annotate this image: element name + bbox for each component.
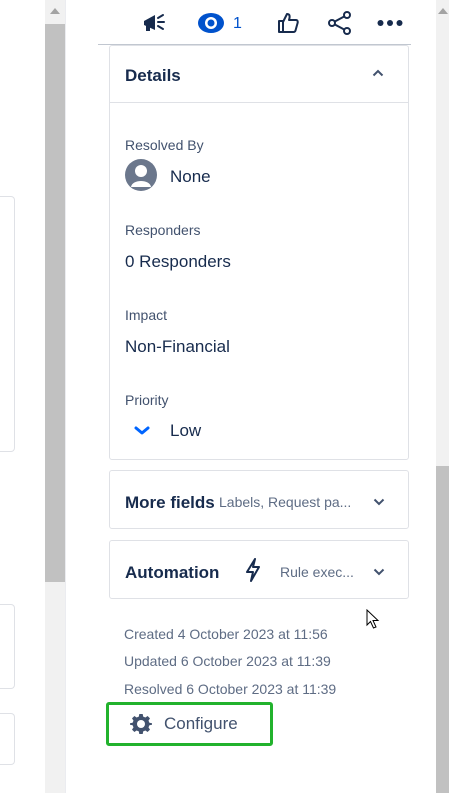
- impact-value[interactable]: Non-Financial: [125, 337, 230, 357]
- lightning-bolt-icon: [246, 558, 260, 582]
- resolved-by-value: None: [170, 167, 211, 186]
- panel-divider: [65, 0, 66, 793]
- details-header[interactable]: Details: [109, 45, 409, 103]
- eye-icon: [198, 13, 224, 33]
- resolved-by-field[interactable]: None: [125, 158, 325, 192]
- chevron-down-icon[interactable]: [373, 498, 385, 506]
- automation-panel[interactable]: Automation Rule exec...: [109, 540, 409, 599]
- resolved-timestamp: Resolved 6 October 2023 at 11:39: [124, 681, 337, 697]
- configure-button[interactable]: Configure: [106, 702, 273, 746]
- more-fields-panel[interactable]: More fields Labels, Request pa...: [109, 470, 409, 529]
- megaphone-icon: [144, 14, 165, 31]
- priority-low-icon: [134, 426, 150, 435]
- sidebar-scrollbar-thumb[interactable]: [436, 466, 449, 793]
- details-title: Details: [125, 66, 181, 85]
- responders-label: Responders: [125, 222, 201, 238]
- priority-value: Low: [170, 421, 202, 440]
- left-panel-card: [0, 713, 15, 765]
- resolved-by-label: Resolved By: [125, 137, 204, 153]
- announcement-button[interactable]: [139, 8, 169, 38]
- sidebar-scroll-up-arrow-icon[interactable]: [438, 8, 448, 14]
- avatar-icon: [125, 159, 157, 191]
- priority-label: Priority: [125, 392, 169, 408]
- automation-summary: Rule exec...: [280, 564, 354, 580]
- main-scrollbar-thumb[interactable]: [45, 24, 65, 582]
- vote-button[interactable]: [273, 8, 303, 38]
- configure-label: Configure: [164, 714, 238, 733]
- updated-timestamp: Updated 6 October 2023 at 11:39: [124, 653, 331, 669]
- left-panel-card: [0, 196, 15, 452]
- priority-field[interactable]: Low: [125, 416, 325, 446]
- thumbs-up-icon: [278, 13, 299, 33]
- more-fields-summary: Labels, Request pa...: [219, 494, 352, 510]
- share-icon: [328, 11, 351, 35]
- responders-value[interactable]: 0 Responders: [125, 252, 231, 272]
- more-actions-button[interactable]: [375, 8, 405, 38]
- scroll-up-arrow-icon[interactable]: [50, 8, 60, 14]
- watch-count[interactable]: 1: [233, 15, 242, 33]
- sidebar-scrollbar[interactable]: [436, 0, 449, 793]
- automation-title: Automation: [125, 563, 220, 582]
- share-button[interactable]: [325, 8, 355, 38]
- mouse-cursor-icon: [366, 609, 380, 629]
- left-panel-card: [0, 604, 15, 689]
- main-scrollbar[interactable]: [45, 0, 65, 793]
- impact-label: Impact: [125, 307, 168, 323]
- chevron-down-icon[interactable]: [373, 568, 385, 576]
- gear-icon: [130, 714, 152, 734]
- watch-button[interactable]: [196, 8, 226, 38]
- chevron-up-icon[interactable]: [372, 69, 384, 77]
- more-horizontal-icon: [377, 20, 403, 26]
- more-fields-title: More fields: [125, 493, 215, 512]
- created-timestamp: Created 4 October 2023 at 11:56: [124, 626, 328, 642]
